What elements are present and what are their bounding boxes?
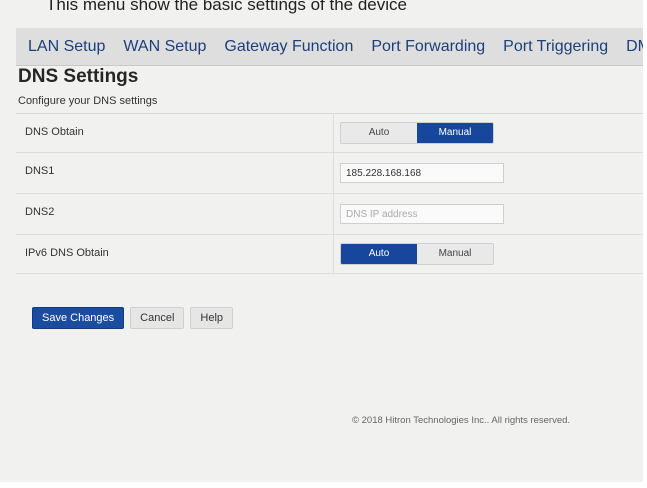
ipv6-dns-obtain-manual-option[interactable]: Manual bbox=[417, 244, 493, 264]
dns2-row: DNS2 bbox=[16, 194, 647, 235]
tab-port-forwarding[interactable]: Port Forwarding bbox=[362, 28, 494, 65]
router-settings-page: This menu show the basic settings of the… bbox=[0, 0, 647, 488]
dns2-label: DNS2 bbox=[16, 194, 334, 234]
ipv6-dns-obtain-value: Auto Manual bbox=[334, 235, 647, 273]
dns1-value bbox=[334, 153, 647, 193]
copyright-footer: © 2018 Hitron Technologies Inc.. All rig… bbox=[352, 415, 571, 426]
menu-description: This menu show the basic settings of the… bbox=[46, 0, 407, 14]
dns-obtain-value: Auto Manual bbox=[334, 114, 647, 152]
page-subtitle: Configure your DNS settings bbox=[18, 95, 158, 107]
dns-obtain-auto-option[interactable]: Auto bbox=[341, 123, 417, 143]
ipv6-dns-obtain-toggle: Auto Manual bbox=[340, 243, 494, 265]
help-button[interactable]: Help bbox=[190, 307, 234, 329]
action-buttons: Save Changes Cancel Help bbox=[32, 307, 234, 329]
ipv6-dns-obtain-label: IPv6 DNS Obtain bbox=[16, 235, 334, 273]
tab-wan-setup[interactable]: WAN Setup bbox=[114, 28, 215, 65]
dns-obtain-toggle: Auto Manual bbox=[340, 122, 494, 144]
ipv6-dns-obtain-row: IPv6 DNS Obtain Auto Manual bbox=[16, 235, 647, 274]
dns-obtain-manual-option[interactable]: Manual bbox=[417, 123, 493, 143]
dns-settings-table: DNS Obtain Auto Manual DNS1 DNS2 IPv6 DN… bbox=[16, 113, 647, 274]
tab-gateway-function[interactable]: Gateway Function bbox=[215, 28, 362, 65]
photo-border-bottom bbox=[0, 482, 647, 488]
ipv6-dns-obtain-auto-option[interactable]: Auto bbox=[341, 244, 417, 264]
tab-port-triggering[interactable]: Port Triggering bbox=[494, 28, 617, 65]
dns-obtain-row: DNS Obtain Auto Manual bbox=[16, 114, 647, 153]
tab-bar: LAN Setup WAN Setup Gateway Function Por… bbox=[16, 28, 647, 66]
dns2-input[interactable] bbox=[340, 204, 504, 224]
page-title: DNS Settings bbox=[18, 66, 139, 87]
cancel-button[interactable]: Cancel bbox=[130, 307, 185, 329]
dns1-label: DNS1 bbox=[16, 153, 334, 193]
dns1-row: DNS1 bbox=[16, 153, 647, 194]
dns-obtain-label: DNS Obtain bbox=[16, 114, 334, 152]
dns2-value bbox=[334, 194, 647, 234]
dns1-input[interactable] bbox=[340, 163, 504, 183]
tab-lan-setup[interactable]: LAN Setup bbox=[16, 28, 114, 65]
photo-border-right bbox=[643, 0, 647, 488]
save-changes-button[interactable]: Save Changes bbox=[32, 307, 125, 329]
